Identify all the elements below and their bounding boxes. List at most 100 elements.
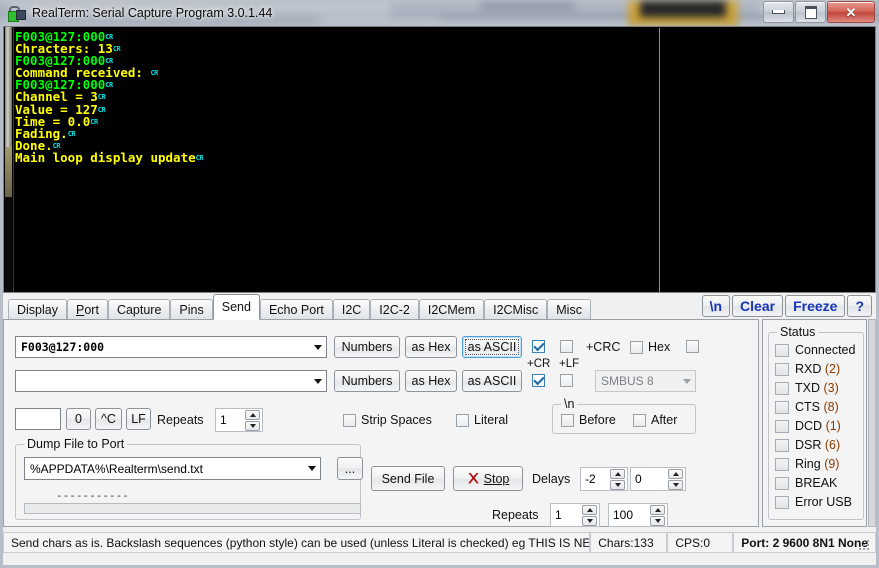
spin-down-button[interactable] — [582, 515, 597, 526]
spin-up-button[interactable] — [610, 468, 625, 479]
send-numbers-1-button[interactable]: Numbers — [334, 336, 400, 358]
send-extra-text-input[interactable] — [15, 408, 61, 430]
send-file-button[interactable]: Send File — [371, 466, 445, 491]
send-string-1-combo[interactable]: F003@127:000 — [15, 336, 327, 358]
tab-capture[interactable]: Capture — [107, 299, 171, 320]
maximize-button[interactable] — [795, 1, 826, 23]
minimize-button[interactable] — [763, 1, 794, 23]
terminal-line: Channel = 3CR — [15, 89, 106, 105]
tab-label: Display — [17, 303, 58, 317]
tab-send[interactable]: Send — [212, 294, 260, 320]
send-as-hex-2-button[interactable]: as Hex — [405, 370, 457, 392]
crc-checkbox[interactable]: Hex — [630, 340, 670, 354]
chevron-down-icon[interactable] — [309, 337, 326, 357]
send-repeats-spinner[interactable]: 1 — [215, 408, 263, 432]
send-as-hex-2-label: as Hex — [411, 374, 451, 388]
dump-repeats-1-spinner[interactable]: 1 — [550, 503, 600, 527]
crc-extra-checkbox[interactable] — [686, 340, 699, 353]
chevron-down-icon[interactable] — [303, 458, 320, 479]
send-as-hex-1-button[interactable]: as Hex — [405, 336, 457, 358]
send-string-1-value: F003@127:000 — [21, 340, 105, 354]
dump-file-path-combo[interactable]: %APPDATA%\Realterm\send.txt — [24, 457, 321, 480]
tab-label: I2C — [341, 303, 362, 317]
resize-grip-icon[interactable] — [859, 540, 871, 552]
newline-after-checkbox[interactable]: After — [633, 413, 677, 427]
tab-label: Port — [76, 303, 99, 317]
send-zero-button[interactable]: 0 — [66, 408, 91, 430]
newline-group-caption: \n — [561, 397, 578, 411]
spin-up-button[interactable] — [668, 468, 683, 479]
send-numbers-2-button[interactable]: Numbers — [334, 370, 400, 392]
led-indicator — [775, 457, 789, 471]
send-as-ascii-2-button[interactable]: as ASCII — [462, 370, 522, 392]
status-led-label: RXD (2) — [795, 362, 841, 376]
status-led-dsr: DSR (6) — [775, 438, 840, 452]
literal-checkbox[interactable]: Literal — [456, 413, 508, 427]
delay-2-spinner[interactable]: 0 — [630, 467, 686, 491]
help-button[interactable]: ? — [847, 295, 872, 317]
tab-echo-port[interactable]: Echo Port — [259, 299, 333, 320]
title-bar: RealTerm: Serial Capture Program 3.0.1.4… — [0, 0, 879, 26]
clear-button[interactable]: Clear — [732, 295, 784, 317]
spin-down-button[interactable] — [668, 479, 683, 490]
send-ctrlc-button[interactable]: ^C — [95, 408, 122, 430]
smbus-value: SMBUS 8 — [601, 374, 654, 388]
status-led-pin: (6) — [821, 438, 841, 452]
send-numbers-2-label: Numbers — [341, 374, 393, 388]
checkbox-box — [633, 413, 646, 427]
window-controls: ✕ — [762, 1, 875, 23]
tab-i2c[interactable]: I2C — [332, 299, 371, 320]
send-lf-button[interactable]: LF — [126, 408, 151, 430]
newline-before-label: Before — [579, 413, 616, 427]
stop-button[interactable]: Stop — [453, 466, 523, 491]
spin-down-button[interactable] — [610, 479, 625, 490]
spin-up-button[interactable] — [582, 504, 597, 515]
spin-down-button[interactable] — [650, 515, 665, 526]
scrollbar-thumb[interactable] — [5, 27, 12, 147]
chevron-down-icon[interactable] — [309, 371, 326, 391]
send-as-ascii-1-button[interactable]: as ASCII — [462, 336, 522, 358]
send-lf-2-checkbox[interactable] — [560, 374, 573, 387]
smbus-combo[interactable]: SMBUS 8 — [595, 370, 696, 392]
chevron-down-icon[interactable] — [678, 371, 695, 391]
scrollbar-thumb-lower[interactable] — [5, 147, 12, 197]
tab-misc[interactable]: Misc — [547, 299, 591, 320]
close-button[interactable]: ✕ — [827, 1, 875, 23]
tab-label: Echo Port — [268, 303, 324, 317]
spin-down-button[interactable] — [245, 420, 260, 431]
tab-display[interactable]: Display — [8, 299, 67, 320]
status-led-pin: (1) — [822, 419, 841, 433]
newline-group: \n Before After — [552, 397, 696, 434]
terminal-scrollbar[interactable] — [4, 27, 14, 292]
minimize-icon — [772, 10, 785, 14]
tab-i2cmisc[interactable]: I2CMisc — [484, 299, 548, 320]
status-cps: CPS:0 — [667, 532, 734, 553]
tab-port[interactable]: Port — [67, 299, 108, 320]
spin-up-button[interactable] — [650, 504, 665, 515]
tab-pins[interactable]: Pins — [170, 299, 213, 320]
status-led-label: DSR (6) — [795, 438, 841, 452]
newline-before-checkbox[interactable]: Before — [561, 413, 616, 427]
delays-label: Delays — [532, 472, 571, 486]
terminal-line: Main loop display updateCR — [15, 149, 204, 165]
dump-file-browse-button[interactable]: ... — [337, 457, 363, 480]
send-repeats-value: 1 — [220, 413, 227, 427]
send-cr-1-checkbox[interactable] — [532, 340, 545, 353]
spin-up-button[interactable] — [245, 409, 260, 420]
delay-1-spinner[interactable]: -2 — [580, 467, 628, 491]
checkbox-box — [686, 340, 699, 353]
dump-file-path-value: %APPDATA%\Realterm\send.txt — [30, 461, 203, 476]
dump-repeats-2-spinner[interactable]: 100 — [608, 503, 668, 527]
send-cr-2-checkbox[interactable] — [532, 374, 545, 387]
status-led-error-usb: Error USB — [775, 495, 852, 509]
strip-spaces-checkbox[interactable]: Strip Spaces — [343, 413, 432, 427]
newline-button[interactable]: \n — [701, 295, 731, 317]
status-led-rxd: RXD (2) — [775, 362, 840, 376]
send-string-2-combo[interactable] — [15, 370, 327, 392]
tab-i2cmem[interactable]: I2CMem — [418, 299, 485, 320]
freeze-button[interactable]: Freeze — [785, 295, 846, 317]
tab-i2c-2[interactable]: I2C-2 — [370, 299, 419, 320]
panel-scrollbar[interactable] — [868, 319, 876, 527]
send-lf-1-checkbox[interactable] — [560, 340, 573, 353]
status-message: Send chars as is. Backslash sequences (p… — [3, 532, 591, 553]
